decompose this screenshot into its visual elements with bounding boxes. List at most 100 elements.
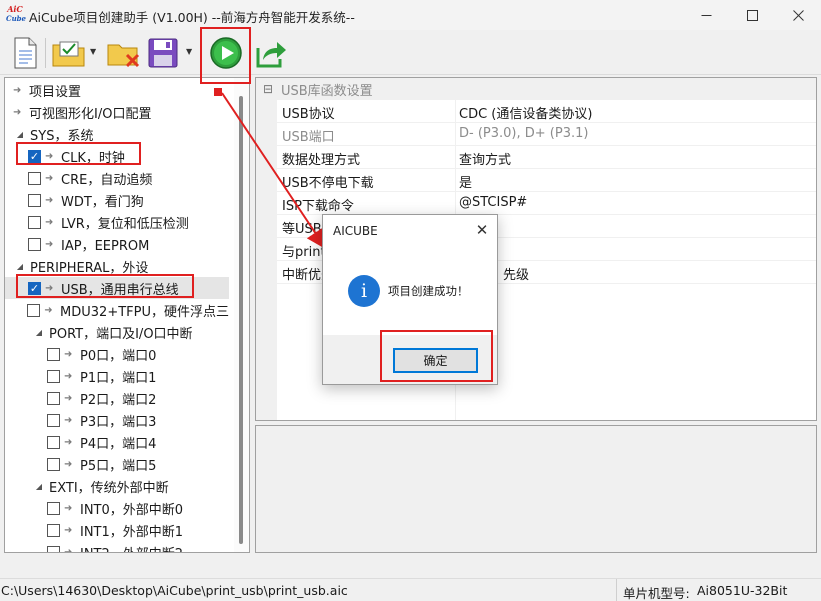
property-row-usb-protocol[interactable]: USB协议 CDC (通信设备类协议) <box>277 100 816 123</box>
project-path: C:\Users\14630\Desktop\AiCube\print_usb\… <box>1 583 348 598</box>
tree-item-p3[interactable]: ➜ P3口，端口3 <box>5 409 229 431</box>
arrow-right-icon: ➜ <box>64 348 73 360</box>
tree-item-label: CRE，自动追频 <box>61 172 153 188</box>
tree-item-label: PORT，端口及I/O口中断 <box>49 326 193 342</box>
property-row-data-processing[interactable]: 数据处理方式 查询方式 <box>277 146 816 169</box>
checkbox[interactable] <box>47 347 60 361</box>
property-key: USB端口 <box>282 130 335 145</box>
tree-item-lvr[interactable]: ➜ LVR，复位和低压检测 <box>5 211 229 233</box>
delete-project-button[interactable] <box>107 35 141 71</box>
arrow-right-icon: ➜ <box>13 84 22 96</box>
checkbox[interactable] <box>47 501 60 515</box>
scrollbar-thumb[interactable] <box>239 96 243 544</box>
close-button[interactable] <box>775 0 821 30</box>
checkbox[interactable] <box>47 457 60 471</box>
tree-item-cre[interactable]: ➜ CRE，自动追频 <box>5 167 229 189</box>
minimize-button[interactable] <box>683 0 729 30</box>
arrow-right-icon: ➜ <box>13 106 22 118</box>
tree-item-int0[interactable]: ➜ INT0，外部中断0 <box>5 497 229 519</box>
tree-item-label: WDT，看门狗 <box>61 194 144 210</box>
tree-item-label: SYS，系统 <box>30 128 94 144</box>
property-row-usb-port[interactable]: USB端口 D- (P3.0), D+ (P3.1) <box>277 123 816 146</box>
collapse-icon[interactable]: ⊟ <box>261 82 275 96</box>
checkbox[interactable] <box>47 369 60 383</box>
tree-item-label: P3口，端口3 <box>80 414 157 430</box>
property-key: 与print <box>282 245 326 260</box>
annotation-dot <box>214 88 222 96</box>
highlight-usb <box>16 274 194 298</box>
arrow-right-icon: ➜ <box>64 370 73 382</box>
arrow-right-icon: ➜ <box>45 238 54 250</box>
property-category[interactable]: ⊟ USB库函数设置 <box>256 78 816 100</box>
checkbox[interactable] <box>28 237 41 251</box>
tree-item-label: IAP，EEPROM <box>61 238 150 254</box>
maximize-button[interactable] <box>729 0 775 30</box>
property-value[interactable]: 先级 <box>503 264 529 283</box>
tree-group-exti[interactable]: ◢ EXTI，传统外部中断 <box>5 475 229 497</box>
tree-item-wdt[interactable]: ➜ WDT，看门狗 <box>5 189 229 211</box>
property-value[interactable]: D- (P3.0), D+ (P3.1) <box>459 126 588 141</box>
checkbox[interactable] <box>27 303 41 317</box>
caret-down-icon[interactable]: ◢ <box>34 482 44 491</box>
tree-item-label: LVR，复位和低压检测 <box>61 216 189 232</box>
checkbox[interactable] <box>47 435 60 449</box>
window-title: AiCube项目创建助手 (V1.00H) --前海方舟智能开发系统-- <box>29 10 355 25</box>
highlight-ok-button <box>380 330 493 382</box>
tree-item-mdu32[interactable]: ➜ MDU32+TFPU，硬件浮点三 <box>5 299 229 321</box>
property-row-usb-download[interactable]: USB不停电下载 是 <box>277 169 816 192</box>
export-button[interactable] <box>254 35 288 71</box>
arrow-right-icon: ➜ <box>64 524 73 536</box>
tree-item-p0[interactable]: ➜ P0口，端口0 <box>5 343 229 365</box>
chevron-down-icon[interactable]: ▼ <box>90 47 96 56</box>
checkbox[interactable] <box>47 545 60 552</box>
tree-item-io-config[interactable]: ➜ 可视图形化I/O口配置 <box>5 101 229 123</box>
tree-item-label: P5口，端口5 <box>80 458 157 474</box>
dialog-title: AICUBE <box>333 224 378 238</box>
tree-item-int2[interactable]: ➜ INT2，外部中断2 <box>5 541 229 552</box>
checkbox[interactable] <box>28 215 41 229</box>
chevron-down-icon[interactable]: ▼ <box>186 47 192 56</box>
tree-vertical-scrollbar[interactable] <box>234 78 249 552</box>
caret-down-icon[interactable]: ◢ <box>15 262 25 271</box>
tree-item-p2[interactable]: ➜ P2口，端口2 <box>5 387 229 409</box>
checkbox[interactable] <box>47 413 60 427</box>
tree-item-label: MDU32+TFPU，硬件浮点三 <box>60 304 229 320</box>
property-value[interactable]: CDC (通信设备类协议) <box>459 103 592 122</box>
property-row-isp-command[interactable]: ISP下载命令 @STCISP# <box>277 192 816 215</box>
property-value[interactable]: 查询方式 <box>459 149 511 168</box>
tree-item-p4[interactable]: ➜ P4口，端口4 <box>5 431 229 453</box>
checkbox[interactable] <box>28 171 41 185</box>
property-key: USB不停电下载 <box>282 176 374 191</box>
checkbox[interactable] <box>47 391 60 405</box>
arrow-right-icon: ➜ <box>64 436 73 448</box>
toolbar: ▼ ▼ <box>0 30 821 75</box>
property-value[interactable]: @STCISP# <box>459 195 527 210</box>
tree-item-p5[interactable]: ➜ P5口，端口5 <box>5 453 229 475</box>
title-bar: AiC Cube AiCube项目创建助手 (V1.00H) --前海方舟智能开… <box>0 0 821 30</box>
tree-item-label: 可视图形化I/O口配置 <box>29 106 152 122</box>
checkbox[interactable] <box>28 193 41 207</box>
checkbox[interactable] <box>47 523 60 537</box>
dialog-close-button[interactable]: ✕ <box>470 219 494 241</box>
tree-item-project-settings[interactable]: ➜ 项目设置 <box>5 79 229 101</box>
open-project-button[interactable] <box>52 35 86 71</box>
folder-delete-icon <box>107 44 140 68</box>
property-value[interactable]: 是 <box>459 172 472 191</box>
chip-label: 单片机型号: <box>623 586 690 601</box>
close-icon <box>792 9 804 21</box>
chip-model: Ai8051U-32Bit <box>697 583 788 598</box>
save-project-button[interactable] <box>146 35 180 71</box>
tree-item-label: EXTI，传统外部中断 <box>49 480 169 496</box>
new-project-button[interactable] <box>10 35 40 71</box>
tree-item-label: P4口，端口4 <box>80 436 157 452</box>
arrow-right-icon: ➜ <box>45 216 54 228</box>
tree-item-iap[interactable]: ➜ IAP，EEPROM <box>5 233 229 255</box>
tree-item-int1[interactable]: ➜ INT1，外部中断1 <box>5 519 229 541</box>
tree-item-p1[interactable]: ➜ P1口，端口1 <box>5 365 229 387</box>
caret-down-icon[interactable]: ◢ <box>34 328 44 337</box>
app-logo: AiC Cube <box>6 4 27 24</box>
tree-group-port[interactable]: ◢ PORT，端口及I/O口中断 <box>5 321 229 343</box>
category-label: USB库函数设置 <box>281 83 373 99</box>
property-gutter <box>256 100 277 420</box>
caret-down-icon[interactable]: ◢ <box>15 130 25 139</box>
